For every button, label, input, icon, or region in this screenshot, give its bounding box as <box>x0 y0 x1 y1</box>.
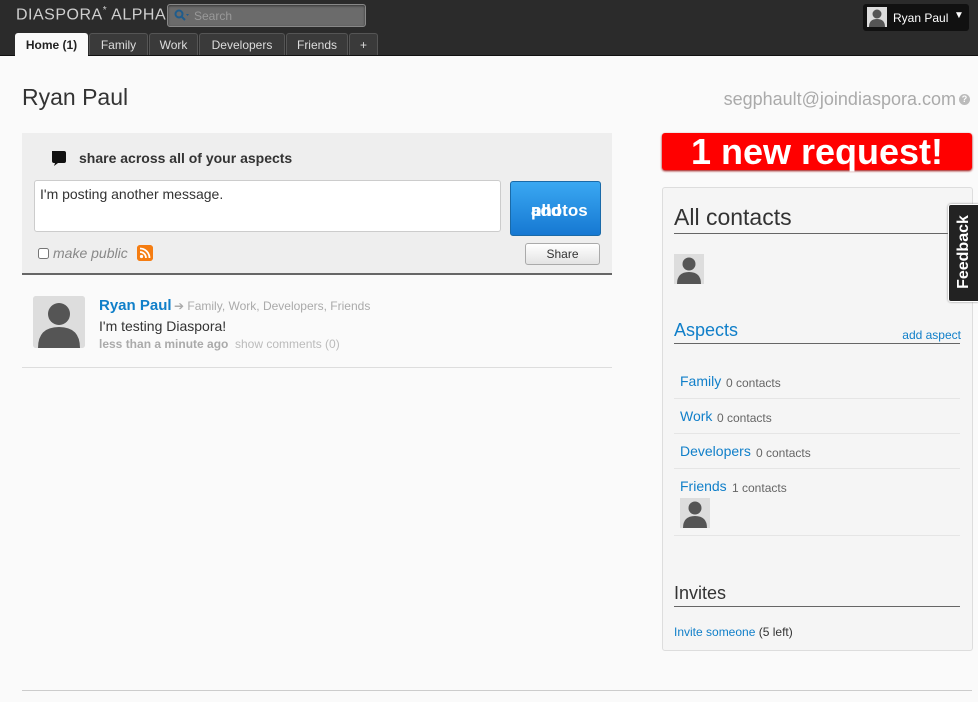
publisher-heading: share across all of your aspects <box>79 150 293 166</box>
search-input[interactable] <box>192 7 361 25</box>
user-name: Ryan Paul <box>893 11 949 25</box>
all-contacts-title[interactable]: All contacts <box>674 204 960 234</box>
new-request-banner[interactable]: 1 new request! <box>662 133 972 170</box>
invite-someone-link[interactable]: Invite someone <box>674 625 755 639</box>
add-photos-label-2: photos <box>531 201 588 220</box>
top-bar: DIASPORA* ALPHA Ryan Paul ▼ Home (1) Fam… <box>0 0 978 56</box>
friend-avatar-icon[interactable] <box>680 498 710 528</box>
search-box[interactable] <box>167 4 366 27</box>
speech-bubble-icon <box>52 151 66 166</box>
add-photos-button[interactable]: add photos <box>510 181 601 236</box>
add-aspect-link[interactable]: add aspect <box>902 328 961 342</box>
post-text: I'm testing Diaspora! <box>99 318 227 334</box>
publisher: share across all of your aspects I'm pos… <box>22 133 612 275</box>
make-public-checkbox[interactable] <box>38 248 49 259</box>
aspect-name[interactable]: Work <box>680 408 712 424</box>
page-title: Ryan Paul <box>22 84 129 110</box>
aspect-item-work[interactable]: Work 0 contacts <box>674 399 960 434</box>
user-handle: segphault@joindiaspora.com <box>723 89 956 109</box>
make-public-label: make public <box>53 245 128 261</box>
avatar-silhouette-icon[interactable] <box>33 296 85 348</box>
invite-line: Invite someone (5 left) <box>674 625 793 639</box>
invites-remaining: (5 left) <box>755 625 793 639</box>
chevron-down-icon: ▼ <box>954 10 964 21</box>
user-avatar-icon <box>867 7 887 27</box>
post-timestamp[interactable]: less than a minute ago <box>99 337 228 351</box>
tab-home[interactable]: Home (1) <box>15 33 88 56</box>
tab-friends[interactable]: Friends <box>286 33 348 55</box>
feedback-label: Feedback <box>955 215 972 289</box>
stream-post: Ryan Paul ➔ Family, Work, Developers, Fr… <box>22 287 612 368</box>
aspect-name[interactable]: Family <box>680 373 721 389</box>
feedback-tab[interactable]: Feedback <box>948 204 978 302</box>
post-author-link[interactable]: Ryan Paul <box>99 297 172 314</box>
rss-icon[interactable] <box>137 245 153 261</box>
tab-family[interactable]: Family <box>89 33 148 55</box>
tab-developers[interactable]: Developers <box>199 33 285 55</box>
tab-add-aspect[interactable]: + <box>349 33 378 55</box>
contact-avatar-icon[interactable] <box>674 254 704 284</box>
aspect-item-friends[interactable]: Friends 1 contacts <box>674 469 960 503</box>
share-button[interactable]: Share <box>525 243 600 265</box>
divider <box>674 535 960 536</box>
tab-work[interactable]: Work <box>149 33 198 55</box>
aspect-count: 1 contacts <box>732 481 787 495</box>
user-menu[interactable]: Ryan Paul ▼ <box>863 4 969 31</box>
search-icon <box>174 9 189 21</box>
post-aspects: ➔ Family, Work, Developers, Friends <box>174 299 371 313</box>
show-comments-link[interactable]: show comments (0) <box>235 337 340 351</box>
status-message-input[interactable]: I'm posting another message. <box>34 180 501 232</box>
aspect-name[interactable]: Friends <box>680 478 727 494</box>
logo-text: DIASPORA <box>16 6 103 24</box>
aspect-item-developers[interactable]: Developers 0 contacts <box>674 434 960 469</box>
aspect-name[interactable]: Developers <box>680 443 751 459</box>
help-icon[interactable]: ? <box>959 94 970 105</box>
footer-divider <box>22 690 972 691</box>
aspect-count: 0 contacts <box>717 411 772 425</box>
sidebar: All contacts Aspects add aspect Family 0… <box>662 187 973 651</box>
aspect-count: 0 contacts <box>756 446 811 460</box>
logo-suffix: ALPHA <box>107 6 167 24</box>
aspect-item-family[interactable]: Family 0 contacts <box>674 364 960 399</box>
aspect-count: 0 contacts <box>726 376 781 390</box>
logo[interactable]: DIASPORA* ALPHA <box>16 5 166 24</box>
make-public-toggle[interactable]: make public <box>38 245 128 261</box>
invites-title: Invites <box>674 583 960 607</box>
